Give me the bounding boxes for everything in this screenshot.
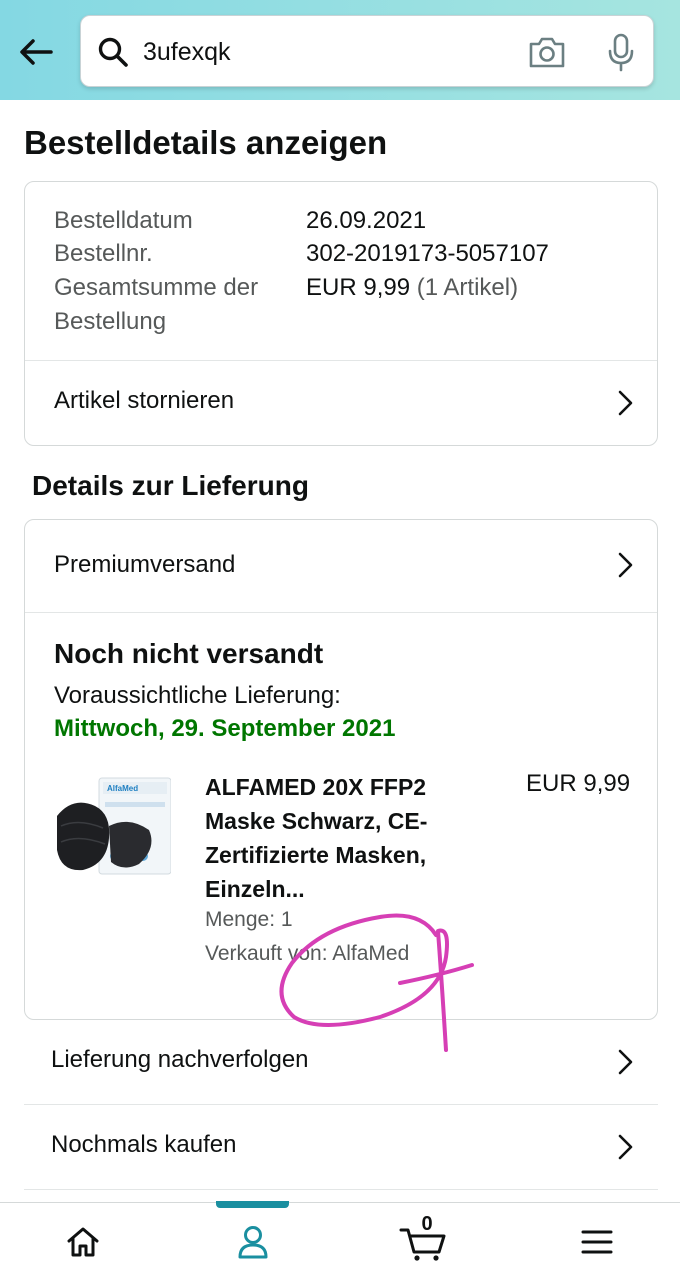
track-delivery-link[interactable]: Lieferung nachverfolgen — [24, 1020, 658, 1105]
camera-icon[interactable] — [527, 34, 567, 70]
search-icon — [98, 37, 128, 67]
shipment-status: Noch nicht versandt — [54, 638, 324, 669]
product-quantity: Menge: 1 — [205, 908, 293, 931]
order-total-label: Gesamtsumme der Bestellung — [54, 274, 259, 335]
cart-count-badge: 0 — [421, 1213, 433, 1235]
chevron-right-icon — [618, 390, 633, 416]
buy-again-link[interactable]: Nochmals kaufen — [24, 1105, 658, 1190]
cancel-items-label: Artikel stornieren — [54, 387, 235, 414]
product-seller: Verkauft von: AlfaMed — [205, 942, 410, 965]
bottom-nav-bar: 0 — [0, 1201, 680, 1280]
product-title-link[interactable]: ALFAMED 20X FFP2 Maske Schwarz, CE-Zerti… — [205, 770, 485, 906]
account-icon — [238, 1226, 268, 1259]
product-image[interactable]: AlfaMed — [53, 776, 171, 886]
arrow-left-icon — [20, 39, 53, 65]
chevron-right-icon — [618, 552, 633, 578]
divider — [25, 612, 657, 613]
app-header — [0, 0, 680, 100]
order-number-label: Bestellnr. — [54, 240, 153, 267]
nav-account[interactable] — [228, 1219, 278, 1265]
chevron-right-icon — [618, 1049, 633, 1075]
product-price: EUR 9,99 — [526, 770, 631, 797]
order-date-label: Bestelldatum — [54, 207, 193, 234]
shipping-method-label: Premiumversand — [54, 551, 236, 578]
active-tab-indicator — [216, 1201, 289, 1208]
estimated-delivery-label: Voraussichtliche Lieferung: — [54, 682, 341, 709]
chevron-right-icon — [618, 1134, 633, 1160]
page-title: Bestelldetails anzeigen — [24, 124, 388, 161]
order-total-value: EUR 9,99 (1 Artikel) — [306, 271, 518, 305]
search-bar[interactable] — [80, 15, 654, 87]
shipping-method-link[interactable]: Premiumversand — [25, 520, 657, 612]
nav-home[interactable] — [58, 1219, 108, 1265]
menu-icon — [581, 1230, 613, 1254]
back-button[interactable] — [14, 32, 58, 72]
search-input[interactable] — [143, 32, 503, 72]
order-summary-card: Bestelldatum 26.09.2021 Bestellnr. 302-2… — [24, 181, 658, 446]
cancel-items-link[interactable]: Artikel stornieren — [25, 361, 657, 446]
order-total-amount: EUR 9,99 — [306, 274, 411, 301]
track-delivery-label: Lieferung nachverfolgen — [51, 1046, 309, 1073]
delivery-section-title: Details zur Lieferung — [32, 470, 309, 501]
order-number-value: 302-2019173-5057107 — [306, 240, 549, 267]
microphone-icon[interactable] — [605, 32, 637, 72]
estimated-delivery-date: Mittwoch, 29. September 2021 — [54, 715, 396, 742]
product-brand-logo: AlfaMed — [107, 784, 138, 793]
buy-again-label: Nochmals kaufen — [51, 1131, 237, 1158]
home-icon — [67, 1227, 99, 1257]
order-date-value: 26.09.2021 — [306, 207, 427, 234]
nav-menu[interactable] — [572, 1219, 622, 1265]
nav-cart[interactable]: 0 — [398, 1213, 448, 1265]
order-item-count: (1 Artikel) — [416, 274, 519, 301]
delivery-card: Premiumversand Noch nicht versandt Vorau… — [24, 519, 658, 1020]
